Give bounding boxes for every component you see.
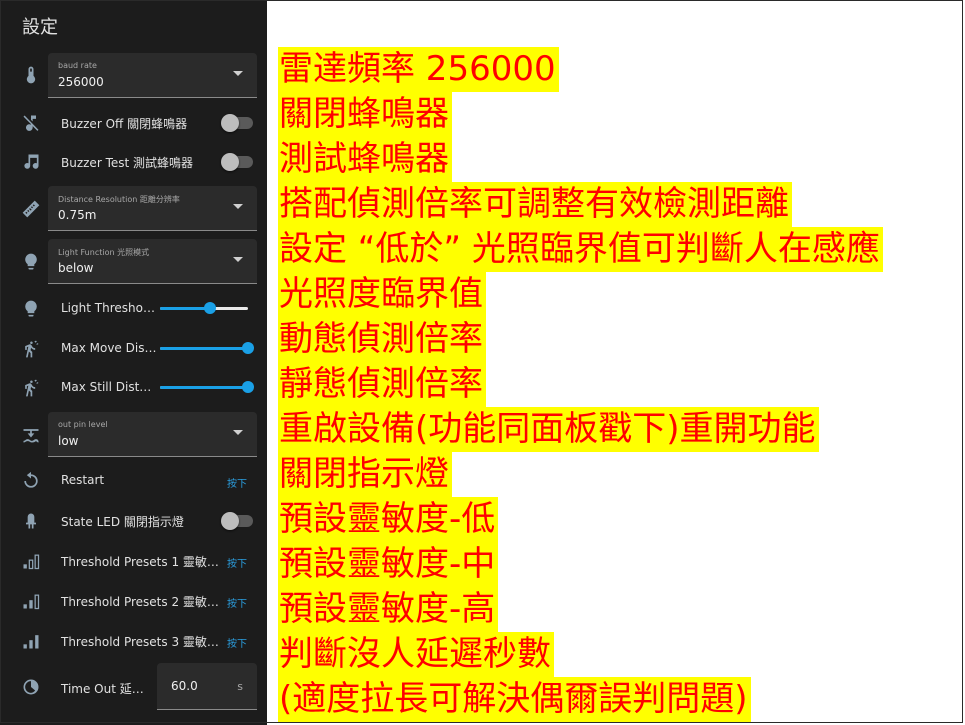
timeout-row: Time Out 延… 60.0 s [0,663,267,711]
max-move-label: Max Move Dis… [61,341,157,355]
threshold-presets-3-label: Threshold Presets 3 靈敏… [61,635,219,649]
note-line: 預設靈敏度-高 [278,587,499,632]
note-line: 靜態偵測倍率 [278,362,486,407]
walk-motion-icon [20,338,42,360]
state-led-label: State LED 關閉指示燈 [61,515,184,529]
distance-resolution-select[interactable]: Distance Resolution 距離分辨率 0.75m [48,186,257,231]
chevron-down-icon [233,71,243,76]
distance-resolution-value: 0.75m [58,208,97,222]
buzzer-off-toggle[interactable] [221,114,253,132]
light-function-select[interactable]: Light Function 光照模式 below [48,239,257,284]
note-line: 設定 “低於” 光照臨界值可判斷人在感應 [278,227,883,272]
timer-icon [20,676,42,698]
timeout-label: Time Out 延… [61,682,144,696]
buzzer-test-label: Buzzer Test 測試蜂鳴器 [61,156,194,170]
timeout-input[interactable]: 60.0 s [157,663,257,710]
signal-bars-low-icon [20,550,42,572]
note-line: 關閉蜂鳴器 [278,92,452,137]
signal-bars-mid-icon [20,590,42,612]
max-move-row: Max Move Dis… [0,329,267,369]
walk-motion-icon [20,377,42,399]
threshold-presets-3-press-button[interactable]: 按下 [227,635,247,650]
baud-rate-row: baud rate 256000 [0,53,267,98]
note-line: 重啟設備(功能同面板戳下)重開功能 [278,407,819,452]
lightbulb-icon [20,251,42,273]
restart-row: Restart 按下 [0,461,267,501]
panel-title: 設定 [22,17,58,38]
note-line: 搭配偵測倍率可調整有效檢測距離 [278,182,792,227]
music-note-icon [20,151,42,173]
note-line: 雷達頻率 256000 [278,47,559,92]
light-threshold-slider[interactable] [160,302,248,314]
restart-press-button[interactable]: 按下 [227,475,247,490]
threshold-presets-1-row: Threshold Presets 1 靈敏… 按下 [0,541,267,581]
note-line: 關閉指示燈 [278,452,452,497]
lightbulb-icon [20,298,42,320]
note-line: 動態偵測倍率 [278,317,486,362]
light-function-value: below [58,261,94,275]
note-line: 預設靈敏度-中 [278,542,499,587]
led-icon [20,510,42,532]
threshold-presets-2-press-button[interactable]: 按下 [227,595,247,610]
buzzer-test-toggle[interactable] [221,153,253,171]
chevron-down-icon [233,204,243,209]
timeout-value: 60.0 [171,679,198,693]
threshold-presets-2-row: Threshold Presets 2 靈敏… 按下 [0,581,267,621]
signal-bars-high-icon [20,630,42,652]
chevron-down-icon [233,430,243,435]
threshold-presets-2-label: Threshold Presets 2 靈敏… [61,595,219,609]
max-move-slider[interactable] [160,342,254,354]
thermometer-icon [20,64,42,86]
state-led-row: State LED 關閉指示燈 [0,501,267,541]
chevron-down-icon [233,257,243,262]
settings-panel: 設定 baud rate 256000 Buzzer Off 關閉蜂鳴器 Buz… [0,0,267,725]
baud-rate-select[interactable]: baud rate 256000 [48,53,257,98]
state-led-toggle[interactable] [221,512,253,530]
slider-thumb[interactable] [242,381,254,393]
pin-level-icon [20,424,42,446]
restart-label: Restart [61,473,105,487]
buzzer-off-row: Buzzer Off 關閉蜂鳴器 [0,102,267,142]
out-pin-level-select[interactable]: out pin level low [48,412,257,457]
note-line: 測試蜂鳴器 [278,137,452,182]
slider-thumb[interactable] [204,302,216,314]
out-pin-level-row: out pin level low [0,412,267,458]
buzzer-test-row: Buzzer Test 測試蜂鳴器 [0,142,267,182]
threshold-presets-1-press-button[interactable]: 按下 [227,555,247,570]
buzzer-off-label: Buzzer Off 關閉蜂鳴器 [61,117,188,131]
max-still-slider[interactable] [160,381,254,393]
timeout-unit: s [237,680,243,693]
music-off-icon [20,112,42,134]
max-still-label: Max Still Dist… [61,380,152,394]
note-line: 判斷沒人延遲秒數 [278,632,554,677]
slider-thumb[interactable] [242,342,254,354]
distance-resolution-row: Distance Resolution 距離分辨率 0.75m [0,186,267,232]
baud-rate-value: 256000 [58,75,104,89]
threshold-presets-3-row: Threshold Presets 3 靈敏… 按下 [0,621,267,661]
out-pin-level-value: low [58,434,79,448]
threshold-presets-1-label: Threshold Presets 1 靈敏… [61,555,219,569]
light-function-row: Light Function 光照模式 below [0,239,267,285]
restart-icon [20,470,42,492]
note-line: 光照度臨界值 [278,272,486,317]
light-threshold-row: Light Thresho… [0,289,267,329]
annotation-notes: 雷達頻率 256000 關閉蜂鳴器 測試蜂鳴器 搭配偵測倍率可調整有效檢測距離 … [278,47,883,722]
light-threshold-label: Light Thresho… [61,301,155,315]
note-line: 預設靈敏度-低 [278,497,499,542]
max-still-row: Max Still Dist… [0,368,267,408]
ruler-icon [20,198,42,220]
note-line: (適度拉長可解決偶爾誤判問題) [278,677,751,722]
